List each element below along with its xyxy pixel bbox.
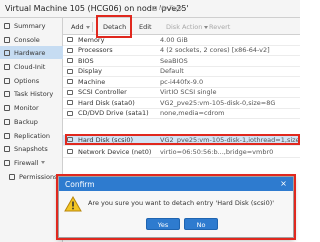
tag-icon	[152, 6, 157, 11]
hardware-row-value: 4.00 GiB	[160, 35, 188, 44]
title-bar: Virtual Machine 105 (HCG06) on node 'pve…	[0, 0, 300, 18]
hardware-row-value: pc-i440fx-9.0	[160, 77, 204, 86]
sidebar-item-cloud-init[interactable]: Cloud-Init	[0, 60, 63, 73]
hardware-row-value: none,media=cdrom	[160, 109, 225, 118]
disk-action-button[interactable]: Disk Action	[166, 21, 209, 33]
database-icon	[67, 89, 73, 95]
gear-icon	[4, 77, 10, 84]
hardware-row-name: Display	[78, 67, 102, 76]
hardware-row-name: SCSI Controller	[78, 88, 127, 97]
sidebar-item-label: Task History	[14, 89, 54, 98]
sidebar-item-label: Options	[14, 76, 40, 85]
hardware-row-name: Network Device (net0)	[78, 147, 152, 156]
revert-button[interactable]: Revert	[209, 21, 230, 33]
hardware-row-bios[interactable]: BIOS SeaBIOS	[63, 56, 300, 67]
sidebar-item-label: Snapshots	[14, 144, 48, 153]
cloud-icon	[4, 63, 10, 70]
memory-icon	[67, 37, 73, 43]
hardware-row-name: Machine	[78, 77, 106, 86]
microchip-icon	[67, 58, 73, 64]
sidebar-item-label: Firewall	[14, 158, 39, 167]
hardware-row-name: Processors	[78, 46, 113, 55]
sidebar-item-label: Summary	[14, 21, 46, 30]
disk-action-label: Disk Action	[166, 23, 203, 31]
sidebar-item-label: Backup	[14, 117, 38, 126]
shield-icon	[4, 159, 10, 166]
hardware-row-value: virtio=06:50:56:b...,bridge=vmbr0	[160, 147, 274, 156]
eye-icon	[4, 104, 10, 111]
tags-field[interactable]: No Tags	[152, 5, 183, 12]
sidebar-item-console[interactable]: Console	[0, 33, 63, 46]
hardware-row-value: VG2_pve25:vm-105-disk-0,size=8G	[160, 98, 276, 107]
retweet-icon	[4, 132, 10, 139]
add-button[interactable]: Add	[71, 21, 90, 33]
sidebar-item-label: Hardware	[14, 48, 46, 57]
hardware-row-name: Memory	[78, 35, 105, 44]
hardware-row-name: CD/DVD Drive (sata1)	[78, 109, 149, 118]
unlock-icon	[9, 173, 15, 180]
hardware-row-name: Hard Disk (sata0)	[78, 98, 135, 107]
sidebar-item-label: Cloud-Init	[14, 62, 46, 71]
sidebar-item-permissions[interactable]: Permissions	[0, 170, 63, 183]
hardware-row-scsi-controller[interactable]: SCSI Controller VirtIO SCSI single	[63, 88, 300, 98]
cpu-icon	[67, 47, 73, 53]
hardware-row-processors[interactable]: Processors 4 (2 sockets, 2 cores) [x86-64…	[63, 46, 300, 56]
sidebar-item-task-history[interactable]: Task History	[0, 87, 63, 100]
list-icon	[4, 90, 10, 97]
cdrom-icon	[67, 110, 73, 116]
sidebar-item-firewall[interactable]: Firewall	[0, 156, 63, 169]
exchange-icon	[67, 149, 73, 155]
hardware-row-display[interactable]: Display Default	[63, 67, 300, 77]
sidebar-item-backup[interactable]: Backup	[0, 115, 63, 128]
chevron-down-icon	[85, 25, 90, 29]
hardware-row-value: SeaBIOS	[160, 56, 188, 65]
console-icon	[4, 36, 10, 43]
hardware-row-memory[interactable]: Memory 4.00 GiB	[63, 35, 300, 46]
hardware-row-network-device[interactable]: Network Device (net0) virtio=06:50:56:b..…	[63, 147, 300, 158]
sidebar-item-snapshots[interactable]: Snapshots	[0, 142, 63, 155]
dialog-highlight-box	[56, 174, 296, 240]
hardware-row-value: Default	[160, 67, 184, 76]
toolbar-separator	[92, 22, 93, 32]
hardware-row-hard-disk-sata0[interactable]: Hard Disk (sata0) VG2_pve25:vm-105-disk-0…	[63, 98, 300, 109]
sidebar-item-label: Replication	[14, 131, 50, 140]
hdd-icon	[67, 100, 73, 106]
sidebar-nav: Summary Console Hardware Cloud-Init Opti…	[0, 18, 63, 242]
hardware-row-cd-dvd-drive[interactable]: CD/DVD Drive (sata1) none,media=cdrom	[63, 109, 300, 119]
hardware-row-value: VirtIO SCSI single	[160, 88, 217, 97]
edit-button[interactable]: Edit	[139, 21, 152, 33]
hardware-icon	[4, 49, 10, 56]
hardware-row-machine[interactable]: Machine pc-i440fx-9.0	[63, 77, 300, 88]
cogs-icon	[67, 79, 73, 85]
tags-label: No Tags	[159, 5, 183, 12]
chevron-down-icon	[204, 25, 209, 29]
chevron-down-icon	[40, 161, 45, 164]
sidebar-item-label: Monitor	[14, 103, 39, 112]
history-icon	[4, 145, 10, 152]
hardware-row-value: 4 (2 sockets, 2 cores) [x86-64-v2]	[160, 46, 270, 55]
summary-icon	[4, 22, 10, 29]
add-button-label: Add	[71, 23, 84, 31]
sidebar-item-replication[interactable]: Replication	[0, 129, 63, 142]
hardware-row-name: BIOS	[78, 56, 94, 65]
sidebar-item-monitor[interactable]: Monitor	[0, 101, 63, 114]
sidebar-item-label: Console	[14, 35, 40, 44]
sidebar-item-label: Permissions	[19, 172, 58, 181]
sidebar-item-summary[interactable]: Summary	[0, 19, 63, 32]
desktop-icon	[67, 68, 73, 74]
sidebar-item-options[interactable]: Options	[0, 74, 63, 87]
floppy-icon	[4, 118, 10, 125]
sidebar-item-hardware[interactable]: Hardware	[0, 46, 63, 59]
scsi0-highlight-box	[65, 134, 300, 145]
